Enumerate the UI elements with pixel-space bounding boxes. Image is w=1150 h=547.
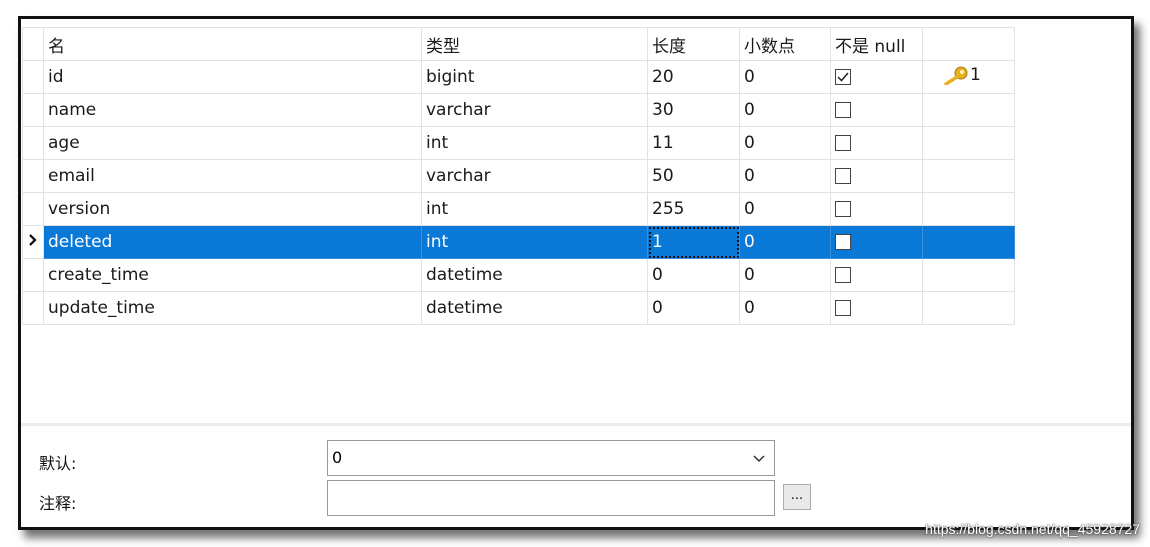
not-null-checkbox[interactable] — [835, 267, 851, 283]
comment-edit-button[interactable]: ... — [783, 484, 811, 510]
cell-type[interactable]: varchar — [421, 93, 648, 127]
not-null-checkbox[interactable] — [835, 234, 851, 250]
not-null-checkbox[interactable] — [835, 69, 851, 85]
row-indicator[interactable] — [22, 291, 44, 325]
cell-key[interactable] — [922, 93, 1015, 127]
cell-length[interactable]: 255 — [647, 192, 740, 226]
watermark-text: https://blog.csdn.net/qq_45928727 — [925, 521, 1140, 537]
cell-decimals[interactable]: 0 — [739, 258, 831, 292]
not-null-checkbox[interactable] — [835, 300, 851, 316]
cell-name[interactable]: update_time — [43, 291, 422, 325]
not-null-checkbox[interactable] — [835, 102, 851, 118]
cell-not-null — [830, 291, 923, 325]
cell-type[interactable]: datetime — [421, 258, 648, 292]
cell-length[interactable]: 30 — [647, 93, 740, 127]
cell-key[interactable] — [922, 126, 1015, 160]
cell-type[interactable]: varchar — [421, 159, 648, 193]
cell-type[interactable]: int — [421, 126, 648, 160]
cell-type[interactable]: int — [421, 192, 648, 226]
table-row[interactable]: create_time datetime 0 0 — [22, 258, 1015, 292]
table-row[interactable]: age int 11 0 — [22, 126, 1015, 160]
cell-decimals[interactable]: 0 — [739, 225, 831, 259]
cell-decimals[interactable]: 0 — [739, 60, 831, 94]
cell-type[interactable]: datetime — [421, 291, 648, 325]
cell-key[interactable]: 1 — [922, 60, 1015, 94]
cell-key[interactable] — [922, 192, 1015, 226]
cell-not-null — [830, 258, 923, 292]
column-header-not-null[interactable]: 不是 null — [830, 27, 923, 61]
cell-type[interactable]: bigint — [421, 60, 648, 94]
cell-decimals[interactable]: 0 — [739, 159, 831, 193]
cell-decimals[interactable]: 0 — [739, 126, 831, 160]
table-row[interactable]: email varchar 50 0 — [22, 159, 1015, 193]
cell-name[interactable]: create_time — [43, 258, 422, 292]
table-row[interactable]: update_time datetime 0 0 — [22, 291, 1015, 325]
table-row[interactable]: id bigint 20 0 1 — [22, 60, 1015, 94]
comment-label: 注释: — [39, 494, 77, 513]
cell-key[interactable] — [922, 258, 1015, 292]
cell-length[interactable]: 11 — [647, 126, 740, 160]
row-indicator[interactable] — [22, 93, 44, 127]
field-properties-panel: 默认: 0 注释: ... — [21, 426, 1131, 527]
cell-length[interactable]: 1 — [647, 225, 740, 259]
cell-name[interactable]: age — [43, 126, 422, 160]
column-header-decimals[interactable]: 小数点 — [739, 27, 831, 61]
cell-not-null — [830, 60, 923, 94]
column-header-key[interactable] — [922, 27, 1015, 61]
cell-length[interactable]: 20 — [647, 60, 740, 94]
cell-not-null — [830, 192, 923, 226]
table-header-row: 名 类型 长度 小数点 不是 null — [22, 27, 1015, 61]
default-value-text: 0 — [332, 448, 343, 467]
default-value-combo[interactable]: 0 — [327, 440, 775, 476]
checkbox-icon[interactable] — [39, 528, 57, 530]
comment-input[interactable] — [327, 480, 775, 516]
cell-not-null — [830, 159, 923, 193]
default-label: 默认: — [39, 454, 77, 473]
row-indicator[interactable] — [22, 192, 44, 226]
row-indicator-header — [22, 27, 44, 61]
cell-not-null — [830, 126, 923, 160]
row-indicator[interactable] — [22, 258, 44, 292]
table-design-window: 名 类型 长度 小数点 不是 null id bigint 20 0 1 name varc… — [18, 16, 1134, 530]
check-icon — [837, 72, 849, 82]
not-null-checkbox[interactable] — [835, 201, 851, 217]
row-indicator[interactable] — [22, 60, 44, 94]
not-null-checkbox[interactable] — [835, 168, 851, 184]
cell-name[interactable]: version — [43, 192, 422, 226]
cell-decimals[interactable]: 0 — [739, 93, 831, 127]
cell-decimals[interactable]: 0 — [739, 291, 831, 325]
cell-key[interactable] — [922, 159, 1015, 193]
row-indicator[interactable] — [22, 225, 44, 259]
cell-key[interactable] — [922, 225, 1015, 259]
cell-name[interactable]: email — [43, 159, 422, 193]
cell-length[interactable]: 0 — [647, 291, 740, 325]
table-row[interactable]: name varchar 30 0 — [22, 93, 1015, 127]
key-order: 1 — [970, 64, 981, 85]
cell-name[interactable]: name — [43, 93, 422, 127]
cell-key[interactable] — [922, 291, 1015, 325]
row-indicator[interactable] — [22, 126, 44, 160]
cell-name[interactable]: id — [43, 60, 422, 94]
cell-name[interactable]: deleted — [43, 225, 422, 259]
cell-decimals[interactable]: 0 — [739, 192, 831, 226]
column-header-name[interactable]: 名 — [43, 27, 422, 61]
row-indicator[interactable] — [22, 159, 44, 193]
cell-length[interactable]: 50 — [647, 159, 740, 193]
cell-length[interactable]: 0 — [647, 258, 740, 292]
cell-type[interactable]: int — [421, 225, 648, 259]
cell-not-null — [830, 225, 923, 259]
cell-not-null — [830, 93, 923, 127]
fields-table: 名 类型 长度 小数点 不是 null id bigint 20 0 1 name varc… — [22, 27, 1015, 325]
key-icon — [944, 66, 968, 85]
row-pointer-icon — [29, 234, 37, 246]
column-header-type[interactable]: 类型 — [421, 27, 648, 61]
not-null-checkbox[interactable] — [835, 135, 851, 151]
column-header-length[interactable]: 长度 — [647, 27, 740, 61]
table-row[interactable]: deleted int 1 0 — [22, 225, 1015, 259]
chevron-down-icon[interactable] — [752, 441, 766, 475]
field-grid-area: 名 类型 长度 小数点 不是 null id bigint 20 0 1 name varc… — [21, 19, 1131, 423]
fields-table-body: id bigint 20 0 1 name varchar 30 0 age int 11 0 email… — [22, 60, 1015, 325]
table-row[interactable]: version int 255 0 — [22, 192, 1015, 226]
